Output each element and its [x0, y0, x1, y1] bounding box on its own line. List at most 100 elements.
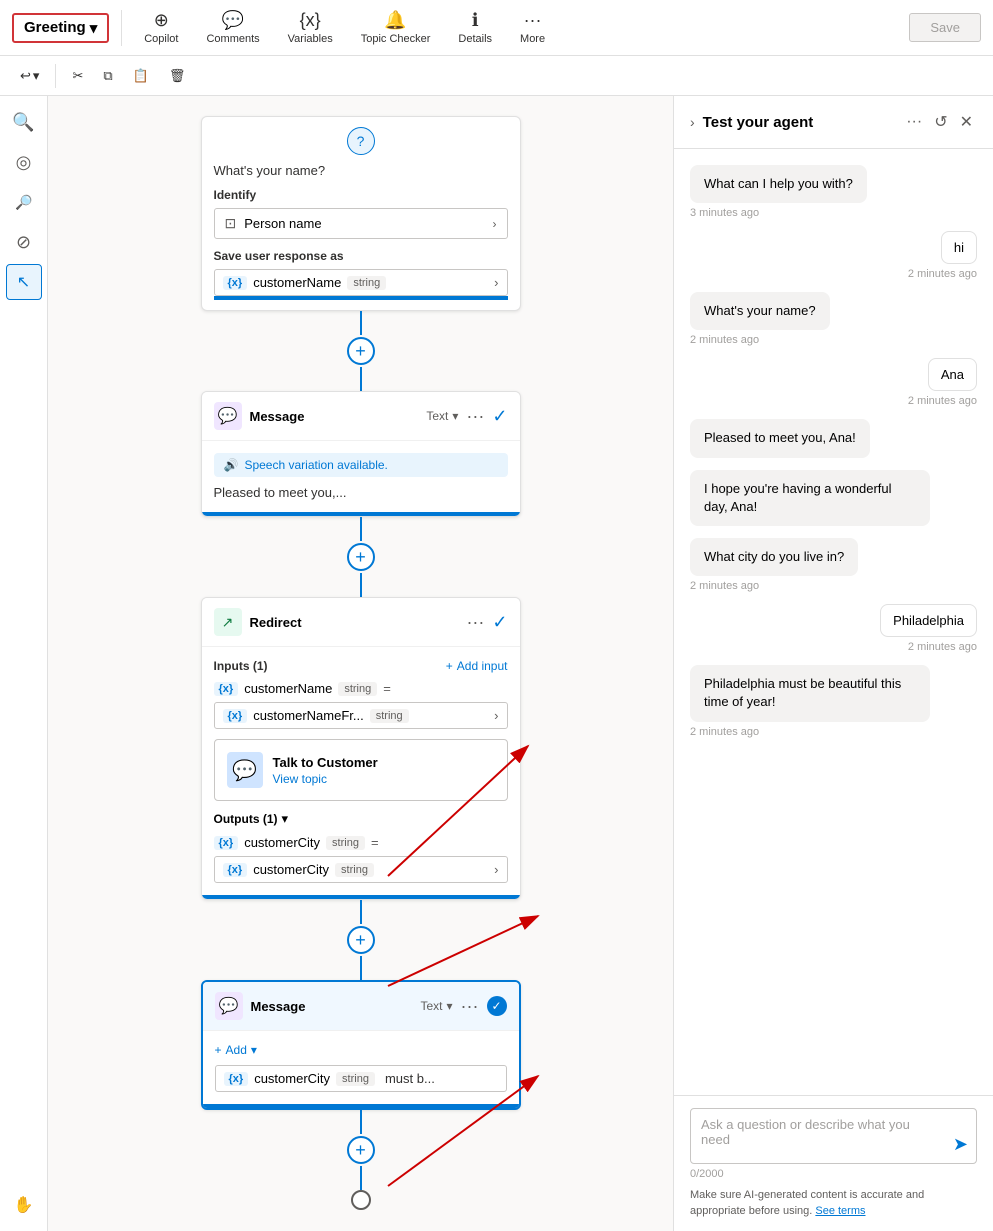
redirect-card: ↗ Redirect ··· ✓ Inputs (1) + Add input	[201, 597, 521, 900]
connector-line-2	[360, 367, 362, 391]
save-button[interactable]: Save	[909, 13, 981, 42]
message-type-badge-2[interactable]: Text ▾	[420, 999, 452, 1013]
expand-icon[interactable]: ›	[690, 114, 695, 130]
card-bottom-bar-1	[214, 296, 508, 300]
panel-refresh-button[interactable]: ↺	[930, 108, 951, 136]
bot-msg-6: Philadelphia must be beautiful this time…	[690, 665, 930, 721]
message-card-2-body: + Add ▾ {x} customerCity string must b..…	[203, 1031, 519, 1104]
connector-line-3	[360, 517, 362, 541]
panel-more-button[interactable]: ···	[902, 108, 926, 136]
topic-link-text: Talk to Customer View topic	[273, 755, 378, 786]
edit-toolbar: ↩ ▾ ✂ ⧉ 📋 🗑	[0, 56, 993, 96]
paste-button[interactable]: 📋	[125, 64, 157, 88]
question-text: What's your name?	[214, 163, 508, 178]
card-bottom-bar-4	[203, 1104, 519, 1108]
greeting-button[interactable]: Greeting ▾	[12, 13, 109, 43]
undo-button[interactable]: ↩ ▾	[12, 64, 47, 88]
output-to-brace: {x}	[228, 864, 243, 876]
chat-send-button[interactable]: ➤	[953, 1134, 968, 1155]
end-node	[351, 1190, 371, 1210]
more-button[interactable]: ··· More	[510, 6, 555, 49]
variables-button[interactable]: {x} Variables	[278, 6, 343, 49]
message-title-2: Message	[251, 999, 413, 1014]
panel-close-button[interactable]: ✕	[956, 108, 977, 136]
cut-button[interactable]: ✂	[64, 64, 91, 88]
comments-button[interactable]: 💬 Comments	[196, 6, 269, 49]
add-node-1[interactable]: +	[347, 337, 375, 365]
message-icon-1: 💬	[214, 402, 242, 430]
more-icon: ···	[524, 10, 542, 31]
input-from-row[interactable]: {x} customerNameFr... string ›	[214, 702, 508, 729]
msg-group-6: I hope you're having a wonderful day, An…	[690, 470, 977, 526]
outputs-header[interactable]: Outputs (1) ▾	[214, 811, 508, 827]
right-panel-header: › Test your agent ··· ↺ ✕	[674, 96, 993, 149]
bot-msg-4: I hope you're having a wonderful day, An…	[690, 470, 930, 526]
output-to-row[interactable]: {x} customerCity string ›	[214, 856, 508, 883]
var-type: string	[347, 276, 386, 290]
connector-line-8	[360, 1166, 362, 1190]
customer-city-row[interactable]: {x} customerCity string must b...	[215, 1065, 507, 1092]
view-topic-link[interactable]: View topic	[273, 772, 378, 786]
add-input-button[interactable]: + Add input	[446, 659, 508, 673]
equals-sign-2: =	[371, 835, 379, 850]
redirect-more[interactable]: ···	[466, 613, 484, 631]
output-type: string	[326, 836, 365, 850]
topic-name: Talk to Customer	[273, 755, 378, 770]
output-to-var: customerCity	[253, 862, 329, 877]
save-var-row[interactable]: {x} customerName string ›	[214, 269, 508, 296]
connector-line-6	[360, 956, 362, 980]
zoom-out-icon[interactable]: 🔍	[6, 184, 42, 220]
connector-line-1	[360, 311, 362, 335]
message-check-1: ✓	[492, 406, 507, 427]
chat-input-box: Ask a question or describe what you need…	[690, 1108, 977, 1164]
see-terms-link[interactable]: See terms	[815, 1205, 865, 1217]
bot-msg-1: What can I help you with?	[690, 165, 867, 203]
topic-icon: 💬	[227, 752, 263, 788]
message-icon-2: 💬	[215, 992, 243, 1020]
add-dropdown-button[interactable]: + Add ▾	[215, 1043, 507, 1057]
message-type-chevron-1: ▾	[452, 409, 458, 423]
message-type-badge-1[interactable]: Text ▾	[426, 409, 458, 423]
zoom-in-icon[interactable]: 🔍	[6, 104, 42, 140]
input-from-brace: {x}	[228, 710, 243, 722]
message-more-1[interactable]: ···	[466, 407, 484, 425]
city-var-text: must b...	[385, 1071, 435, 1086]
message-more-2[interactable]: ···	[461, 997, 479, 1015]
input-from-chevron: ›	[494, 708, 498, 723]
city-var-brace: {x}	[229, 1073, 244, 1085]
redirect-check: ✓	[492, 612, 507, 633]
details-button[interactable]: ℹ Details	[448, 6, 502, 49]
inputs-label: Inputs (1)	[214, 659, 268, 673]
copy-button[interactable]: ⧉	[95, 64, 120, 88]
speech-icon: 🔊	[224, 458, 239, 472]
bot-msg-2: What's your name?	[690, 292, 830, 330]
target-icon[interactable]: ◎	[6, 144, 42, 180]
var-chevron: ›	[494, 275, 498, 290]
input-var-brace: {x}	[219, 683, 234, 695]
output-var-badge: {x}	[214, 836, 239, 850]
hand-icon[interactable]: ✋	[6, 1187, 42, 1223]
canvas[interactable]: ? What's your name? Identify ⊡ Person na…	[48, 96, 673, 1231]
output-var-brace: {x}	[219, 837, 234, 849]
topic-checker-button[interactable]: 🔔 Topic Checker	[351, 6, 441, 49]
message-type-label-1: Text	[426, 409, 448, 423]
ban-icon[interactable]: ⊘	[6, 224, 42, 260]
comments-icon: 💬	[222, 10, 244, 31]
message-type-chevron-2: ▾	[446, 999, 452, 1013]
add-label: Add	[226, 1043, 247, 1057]
redirect-card-body: Inputs (1) + Add input {x} customerName …	[202, 647, 520, 895]
cursor-icon[interactable]: ↖	[6, 264, 42, 300]
main-layout: 🔍 ◎ 🔍 ⊘ ↖ ✋ ? What's your name? Identify…	[0, 96, 993, 1231]
msg-group-4: Ana 2 minutes ago	[690, 358, 977, 407]
msg-time-6: 2 minutes ago	[908, 641, 977, 653]
identify-field[interactable]: ⊡ Person name ›	[214, 208, 508, 239]
delete-button[interactable]: 🗑	[161, 64, 194, 88]
user-msg-2: Ana	[928, 358, 977, 391]
bot-msg-5: What city do you live in?	[690, 538, 858, 576]
copilot-button[interactable]: ⊕ Copilot	[134, 6, 188, 49]
add-node-3[interactable]: +	[347, 926, 375, 954]
add-node-4[interactable]: +	[347, 1136, 375, 1164]
add-node-2[interactable]: +	[347, 543, 375, 571]
input-var-badge: {x}	[214, 682, 239, 696]
right-panel: › Test your agent ··· ↺ ✕ What can I hel…	[673, 96, 993, 1231]
